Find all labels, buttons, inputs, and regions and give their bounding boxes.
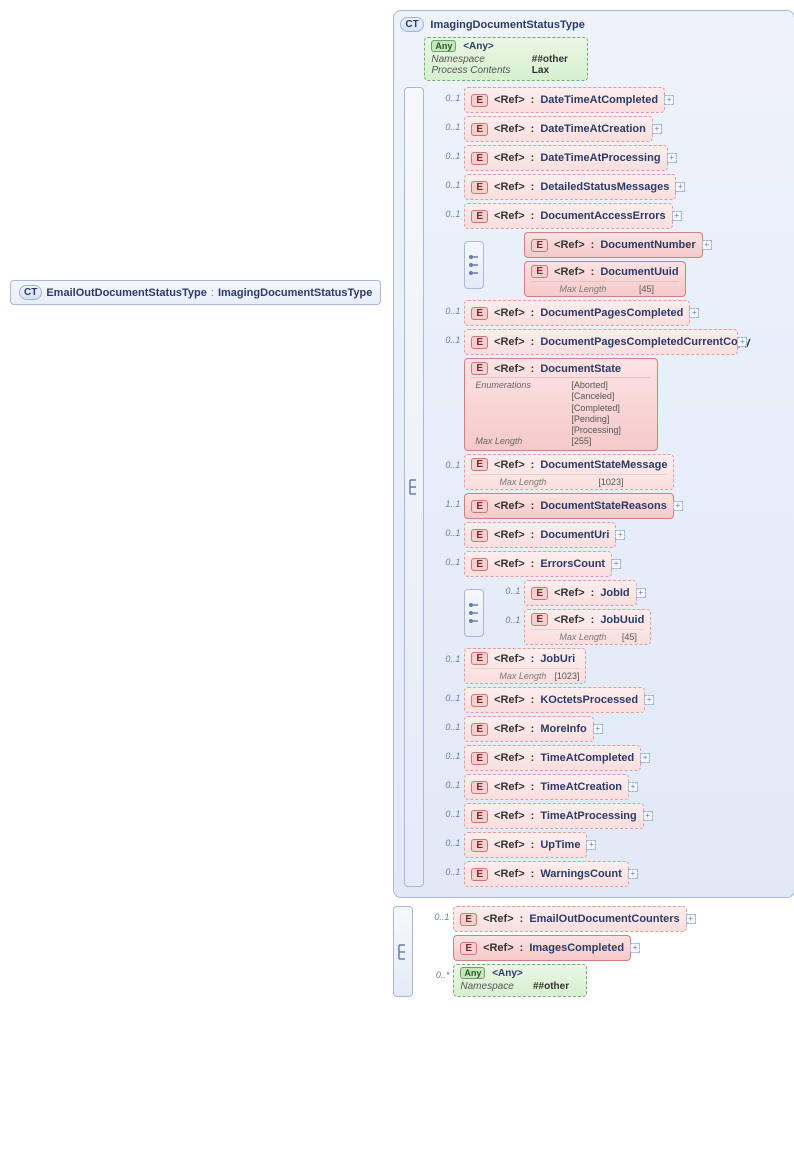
expand-icon[interactable]: + bbox=[667, 153, 677, 163]
ct-badge: CT bbox=[19, 285, 42, 300]
sequence-compositor bbox=[393, 906, 413, 997]
element-ref[interactable]: E <Ref>: EmailOutDocumentCounters + bbox=[453, 906, 686, 932]
element-documentstate[interactable]: E <Ref>: DocumentState Enumerations [Abo… bbox=[464, 358, 658, 451]
choice-compositor bbox=[464, 241, 484, 289]
expand-icon[interactable]: + bbox=[615, 530, 625, 540]
element-ref[interactable]: E <Ref>: ErrorsCount + bbox=[464, 551, 612, 577]
element-ref[interactable]: E <Ref> : DateTimeAtCompleted + bbox=[464, 87, 665, 113]
element-ref[interactable]: E <Ref>: DocumentNumber + bbox=[524, 232, 702, 258]
choice-group: 0..1 E <Ref>: JobId + 0..1 bbox=[464, 580, 784, 645]
enumeration-list: [Aborted] [Canceled] [Completed] [Pendin… bbox=[571, 380, 651, 436]
element-ref[interactable]: E <Ref>: MoreInfo + bbox=[464, 716, 593, 742]
sequence-compositor bbox=[404, 87, 424, 887]
element-ref[interactable]: E <Ref>: DocumentAccessErrors + bbox=[464, 203, 672, 229]
any-details: Namespace##other Process ContentsLax bbox=[431, 54, 581, 76]
element-ref[interactable]: E <Ref>: ImagesCompleted + bbox=[453, 935, 631, 961]
expand-icon[interactable]: + bbox=[628, 782, 638, 792]
expand-icon[interactable]: + bbox=[737, 337, 747, 347]
expand-icon[interactable]: + bbox=[586, 840, 596, 850]
element-ref[interactable]: E <Ref>: DocumentPagesCompleted + bbox=[464, 300, 690, 326]
expand-icon[interactable]: + bbox=[636, 588, 646, 598]
diagram-root: CT EmailOutDocumentStatusType : ImagingD… bbox=[10, 10, 784, 997]
expand-icon[interactable]: + bbox=[640, 753, 650, 763]
element-ref[interactable]: E <Ref>: JobUuid Max Length[45] + bbox=[524, 609, 651, 645]
panel-title: ImagingDocumentStatusType bbox=[430, 19, 784, 31]
any-badge: Any bbox=[431, 40, 456, 52]
any-tag: <Any> bbox=[463, 41, 494, 52]
element-ref[interactable]: E <Ref>: UpTime + bbox=[464, 832, 587, 858]
expand-icon[interactable]: + bbox=[643, 811, 653, 821]
element-ref[interactable]: E <Ref>: DocumentUri + bbox=[464, 522, 616, 548]
element-ref[interactable]: E <Ref>: DateTimeAtCreation + bbox=[464, 116, 652, 142]
type-separator: : bbox=[211, 287, 214, 299]
element-ref[interactable]: E <Ref>: DocumentStateReasons + bbox=[464, 493, 673, 519]
any-wildcard[interactable]: Any <Any> Namespace##other Process Conte… bbox=[424, 37, 588, 81]
expand-icon[interactable]: + bbox=[593, 724, 603, 734]
expand-icon[interactable]: + bbox=[652, 124, 662, 134]
expand-icon[interactable]: + bbox=[702, 240, 712, 250]
expand-icon[interactable]: + bbox=[673, 501, 683, 511]
expand-icon[interactable]: + bbox=[664, 95, 674, 105]
choice-compositor bbox=[464, 589, 484, 637]
element-ref[interactable]: E <Ref>: TimeAtCompleted + bbox=[464, 745, 641, 771]
expand-icon[interactable]: + bbox=[672, 211, 682, 221]
e-badge: E bbox=[471, 94, 488, 107]
element-ref[interactable]: E <Ref>: JobId + bbox=[524, 580, 636, 606]
sequence-children: 0..1 E <Ref> : DateTimeAtCompleted + 0..… bbox=[434, 87, 784, 887]
expand-icon[interactable]: + bbox=[630, 943, 640, 953]
element-ref[interactable]: E <Ref>: DocumentPagesCompletedCurrentCo… bbox=[464, 329, 738, 355]
element-ref[interactable]: E <Ref>: JobUri Max Length[1023] + bbox=[464, 648, 586, 684]
base-type-panel: CT ImagingDocumentStatusType Any <Any> N… bbox=[393, 10, 794, 898]
expand-icon[interactable]: + bbox=[628, 869, 638, 879]
element-ref[interactable]: E <Ref>: DocumentStateMessage Max Length… bbox=[464, 454, 674, 490]
ct-badge: CT bbox=[400, 17, 423, 32]
element-ref[interactable]: E <Ref>: KOctetsProcessed + bbox=[464, 687, 645, 713]
any-wildcard[interactable]: Any <Any> Namespace##other bbox=[453, 964, 587, 997]
element-ref[interactable]: E <Ref>: TimeAtProcessing + bbox=[464, 803, 643, 829]
element-ref[interactable]: E <Ref>: DateTimeAtProcessing + bbox=[464, 145, 667, 171]
element-ref[interactable]: E <Ref>: WarningsCount + bbox=[464, 861, 628, 887]
root-type-name: EmailOutDocumentStatusType bbox=[46, 287, 207, 299]
expand-icon[interactable]: + bbox=[686, 914, 696, 924]
root-type-box[interactable]: CT EmailOutDocumentStatusType : ImagingD… bbox=[10, 280, 381, 305]
element-ref[interactable]: E <Ref>: DocumentUuid Max Length[45] + bbox=[524, 261, 685, 297]
root-base-type: ImagingDocumentStatusType bbox=[218, 287, 372, 299]
expand-icon[interactable]: + bbox=[611, 559, 621, 569]
choice-group: E <Ref>: DocumentNumber + E <Ref>: bbox=[464, 232, 784, 297]
element-ref[interactable]: E <Ref>: TimeAtCreation + bbox=[464, 774, 629, 800]
element-ref[interactable]: E <Ref>: DetailedStatusMessages + bbox=[464, 174, 676, 200]
expand-icon[interactable]: + bbox=[675, 182, 685, 192]
expand-icon[interactable]: + bbox=[644, 695, 654, 705]
expand-icon[interactable]: + bbox=[689, 308, 699, 318]
